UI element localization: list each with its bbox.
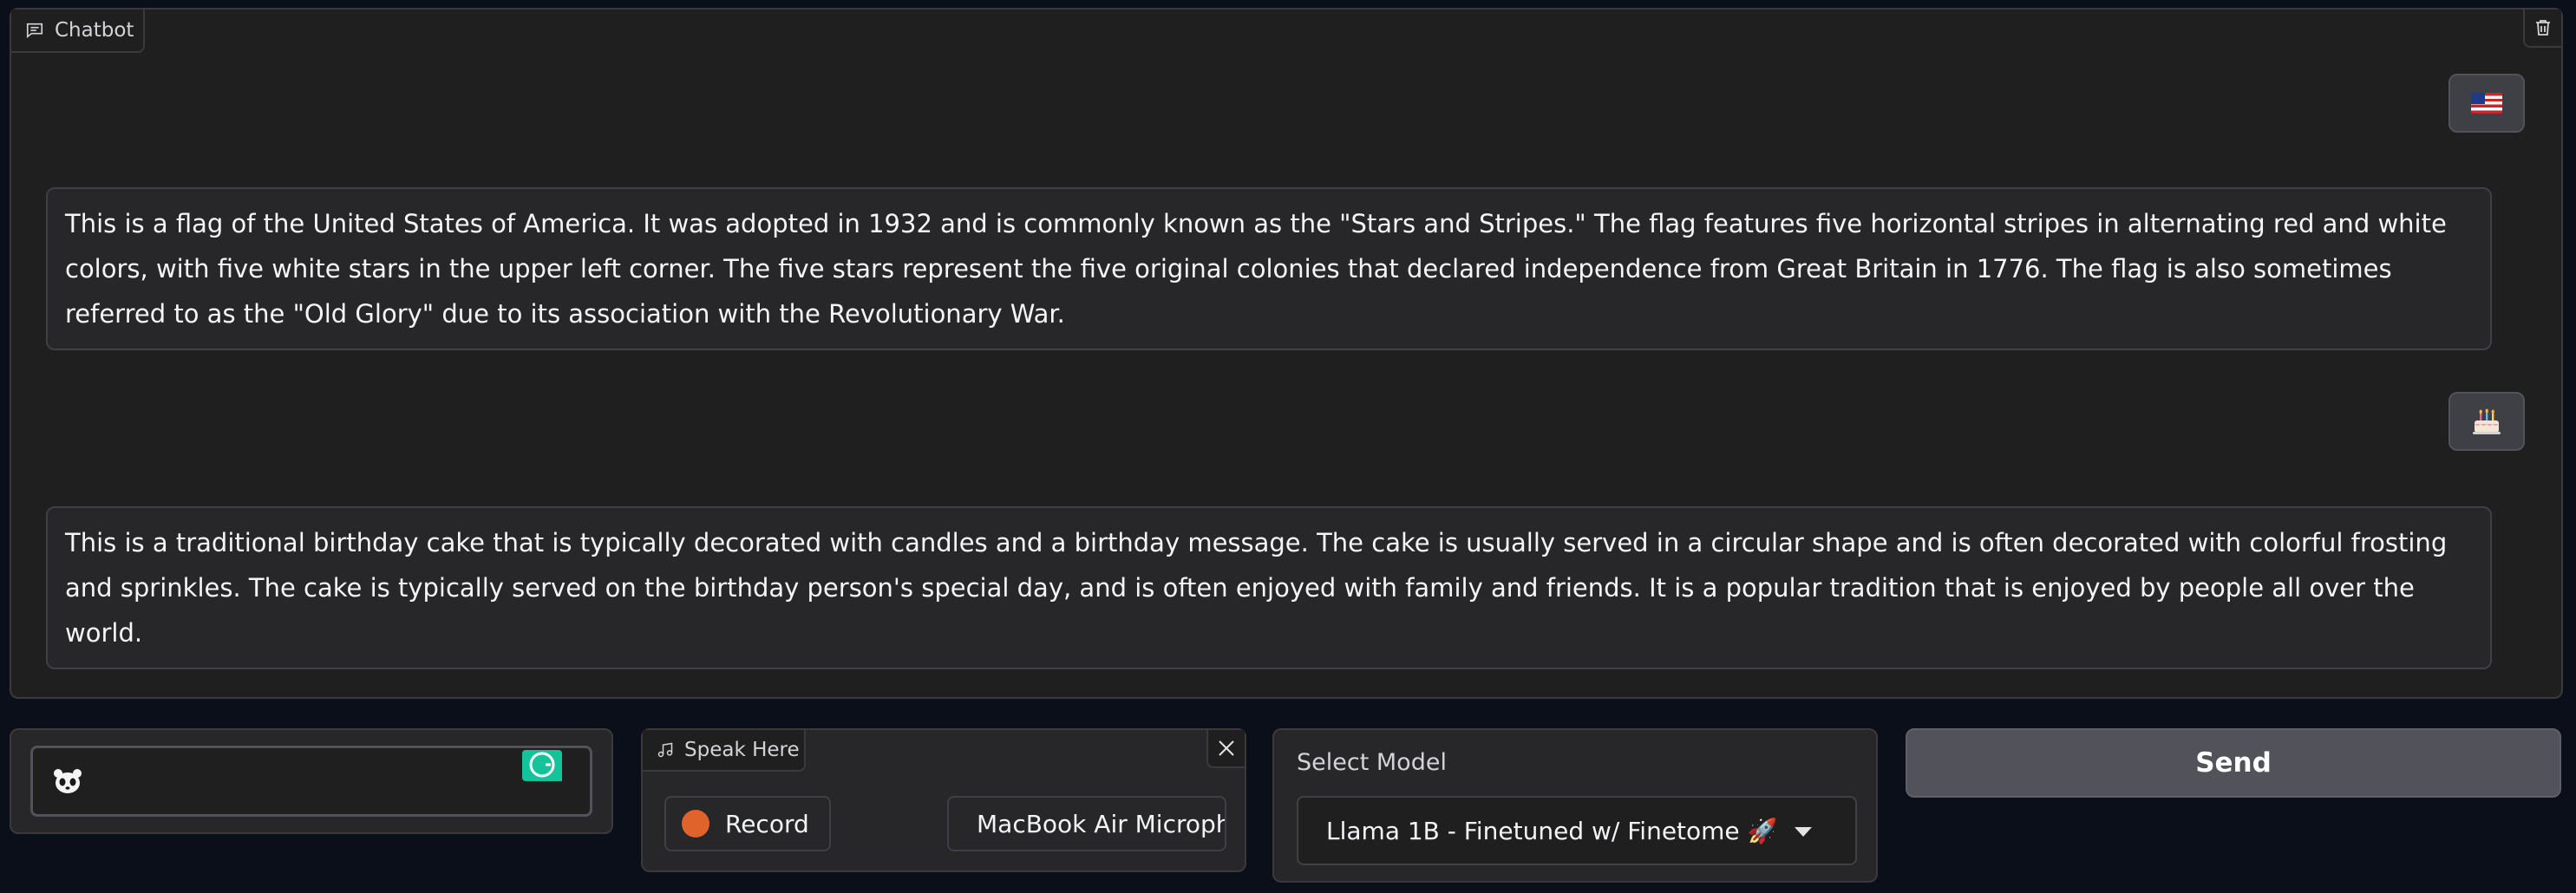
grammarly-icon[interactable] <box>520 746 564 785</box>
user-message-flag <box>2449 74 2525 133</box>
assistant-message-text: This is a traditional birthday cake that… <box>65 528 2448 648</box>
chat-bubble-icon <box>26 23 43 39</box>
chevron-down-icon <box>1795 827 1812 837</box>
send-button-label: Send <box>2195 747 2272 779</box>
message-input-panel <box>10 728 613 834</box>
record-dot-icon <box>682 810 709 838</box>
speak-here-label-text: Speak Here <box>684 739 800 761</box>
trash-icon <box>2536 20 2550 36</box>
us-flag-icon <box>2471 93 2502 114</box>
assistant-message: This is a traditional birthday cake that… <box>46 506 2492 669</box>
chatbot-panel: Chatbot This is a flag of the United Sta… <box>10 8 2563 699</box>
user-message-cake <box>2449 392 2525 451</box>
assistant-message: This is a flag of the United States of A… <box>46 187 2492 350</box>
chatbot-label-text: Chatbot <box>55 19 134 42</box>
speak-here-panel: Speak Here Record MacBook Air Microphone <box>641 728 1246 872</box>
close-icon <box>1219 740 1234 756</box>
message-input[interactable] <box>95 766 512 796</box>
model-dropdown[interactable]: Llama 1B - Finetuned w/ Finetome 🚀 <box>1297 796 1857 865</box>
music-note-icon <box>657 742 673 758</box>
panda-icon <box>54 769 82 793</box>
model-select-title: Select Model <box>1297 749 1447 776</box>
model-select-panel: Select Model Llama 1B - Finetuned w/ Fin… <box>1272 728 1878 883</box>
close-audio-button[interactable] <box>1206 730 1245 768</box>
chatbot-label: Chatbot <box>11 10 145 53</box>
microphone-select[interactable]: MacBook Air Microphone <box>947 796 1226 851</box>
clear-chat-button[interactable] <box>2523 10 2561 48</box>
microphone-select-value: MacBook Air Microphone <box>977 809 1225 838</box>
model-dropdown-value: Llama 1B - Finetuned w/ Finetome 🚀 <box>1326 816 1778 845</box>
send-button[interactable]: Send <box>1906 728 2561 798</box>
assistant-message-text: This is a flag of the United States of A… <box>65 209 2447 329</box>
message-input-box[interactable] <box>30 746 592 817</box>
birthday-cake-icon <box>2473 408 2501 434</box>
record-button[interactable]: Record <box>664 796 831 851</box>
record-button-label: Record <box>725 809 809 838</box>
speak-here-label: Speak Here <box>643 730 806 772</box>
